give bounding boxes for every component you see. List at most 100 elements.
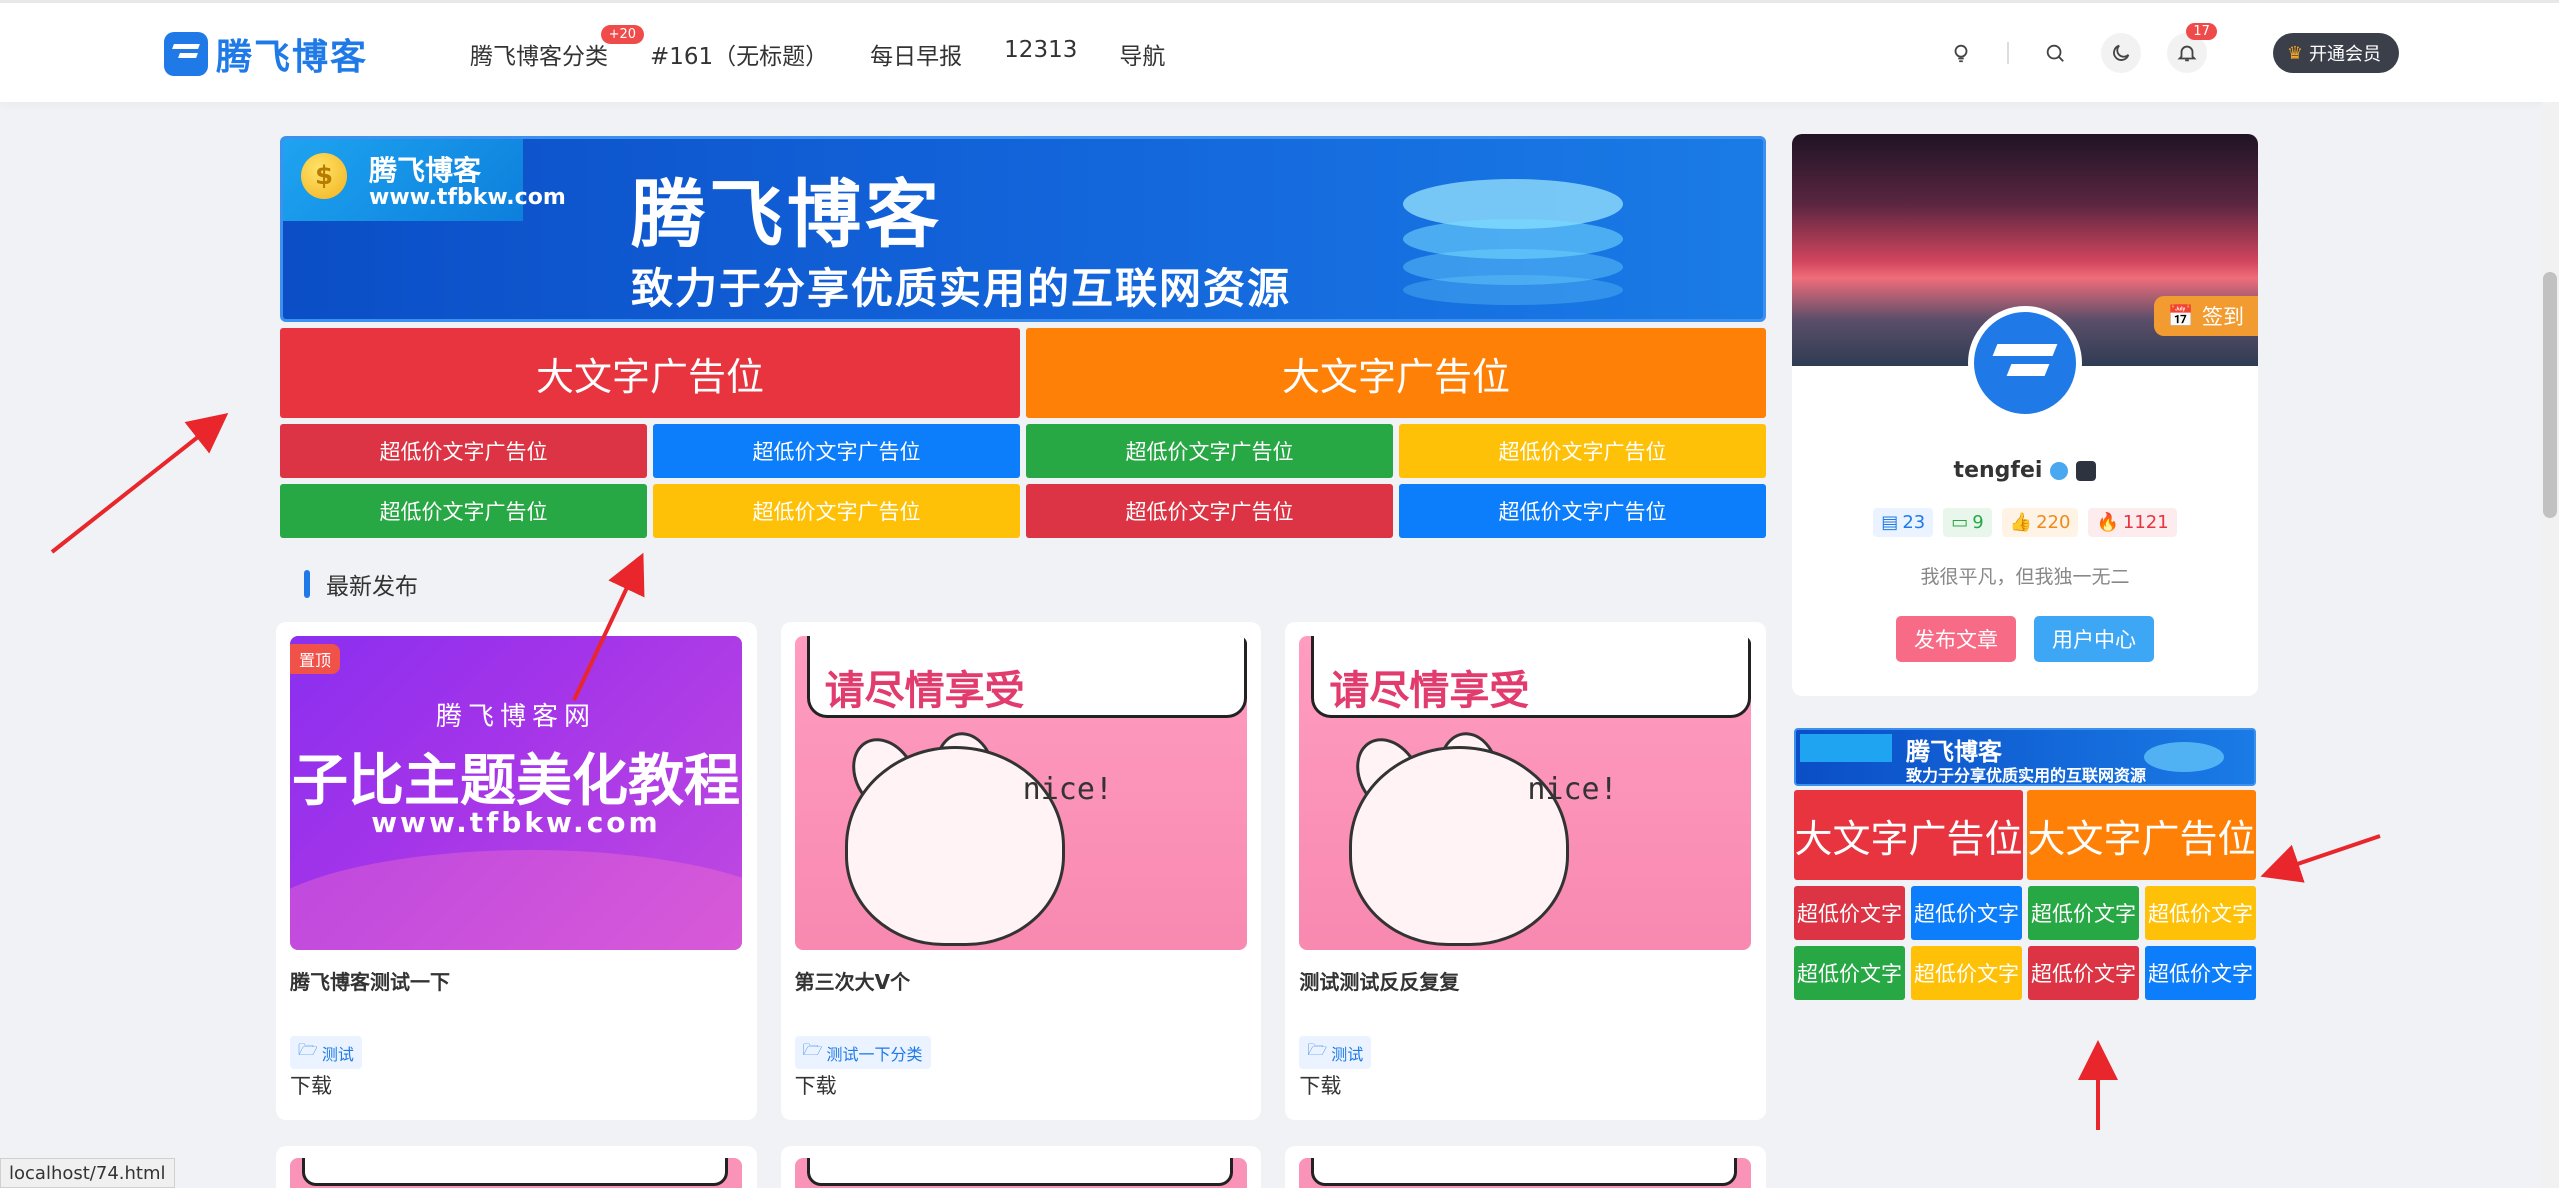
section-bar [304,570,310,598]
post-title[interactable]: 第三次大V个 [795,966,1248,995]
sidebar-banner-ad[interactable]: 腾飞博客 致力于分享优质实用的互联网资源 [1794,728,2256,786]
banner-brand: 腾飞博客 [369,154,482,187]
nice-text: nice! [1527,772,1618,807]
arrow-right-icon [2260,834,2381,883]
publish-post-button[interactable]: 发布文章 [1896,616,2016,662]
post-card[interactable] [780,1146,1262,1188]
small-text-ad[interactable]: 超低价文字广告位 [653,424,1020,478]
section-latest: 最新发布 [280,568,1766,600]
small-text-ad[interactable]: 超低价文字广告位 [280,424,647,478]
nav-item-untitled[interactable]: #161（无标题） [650,37,828,71]
post-card[interactable]: 腾飞博客网 子比主题美化教程 www.tfbkw.com 置顶 腾飞博客测试一下… [276,622,757,1120]
small-text-ad[interactable]: 超低价文字 [1794,946,1905,1000]
post-card[interactable] [1285,1146,1767,1188]
post-meta: 下载 [1299,1074,1342,1098]
post-title[interactable]: 测试测试反反复复 [1299,966,1752,995]
post-card[interactable]: 请尽情享受 nice! 测试测试反反复复 🗁 测试 下载 [1285,622,1767,1120]
profile-card: 📅 签到 tengfei ▤ 23 ▭ 9 👍 220 🔥 1121 我很平凡，… [1792,134,2258,696]
header-divider [2006,42,2009,64]
post-title[interactable]: 腾飞博客测试一下 [290,966,743,995]
small-text-ad[interactable]: 超低价文字 [2028,886,2139,940]
big-text-ad[interactable]: 大文字广告位 [2027,790,2256,880]
thumb-wave [290,850,742,950]
big-text-ad[interactable]: 大文字广告位 [1026,328,1766,418]
post-thumbnail[interactable]: 腾飞博客网 子比主题美化教程 www.tfbkw.com 置顶 [290,636,742,950]
thumb-line1: 腾飞博客网 [435,702,596,732]
post-category-label: 测试一下分类 [826,1044,923,1064]
sidebar-banner-subtitle: 致力于分享优质实用的互联网资源 [1906,766,2147,785]
status-bar: localhost/74.html [0,1158,175,1188]
nav-item-navigation[interactable]: 导航 [1119,37,1165,71]
header-actions: 17 ♛ 开通会员 [1941,23,2399,73]
stat-value: 23 [1902,512,1926,533]
small-text-ad[interactable]: 超低价文字广告位 [1399,424,1766,478]
bell-icon[interactable]: 17 [2166,23,2217,73]
nice-text: nice! [1022,772,1113,807]
post-category-tag[interactable]: 🗁 测试 [1299,1036,1372,1069]
nav-item-daily-news[interactable]: 每日早报 [870,37,962,71]
thumbs-up-icon: 👍 [2009,512,2033,533]
small-text-ad[interactable]: 超低价文字 [1911,946,2022,1000]
nav-item-categories[interactable]: 腾飞博客分类 +20 [470,25,644,71]
user-center-button[interactable]: 用户中心 [2034,616,2154,662]
scrollbar[interactable] [2541,102,2559,1188]
calendar-icon: 📅 [2167,303,2194,328]
post-card[interactable]: 请尽情享受 nice! 第三次大V个 🗁 测试一下分类 下载 [780,622,1262,1120]
nav-item-label: 腾飞博客分类 [470,44,608,70]
post-thumbnail[interactable]: 请尽情享受 nice! [1299,636,1752,950]
big-text-ad[interactable]: 大文字广告位 [280,328,1020,418]
username[interactable]: tengfei [1792,458,2258,483]
stat-views: 🔥 1121 [2088,508,2177,537]
avatar-logo-icon [1995,338,2055,388]
scrollbar-thumb[interactable] [2543,272,2557,518]
small-text-ad[interactable]: 超低价文字广告位 [1026,484,1393,538]
stat-likes: 👍 220 [2001,508,2079,537]
small-text-ad[interactable]: 超低价文字广告位 [653,484,1020,538]
post-thumbnail[interactable] [794,1158,1247,1188]
small-text-ads: 超低价文字广告位 超低价文字广告位 超低价文字广告位 超低价文字广告位 超低价文… [280,424,1766,538]
site-logo[interactable]: 腾飞博客 [164,30,368,78]
small-text-ad[interactable]: 超低价文字 [1911,886,2022,940]
vip-button[interactable]: ♛ 开通会员 [2272,33,2399,73]
small-text-ad[interactable]: 超低价文字 [2145,946,2256,1000]
post-thumbnail[interactable] [290,1158,742,1188]
banner-title: 腾飞博客 [631,172,943,258]
crown-icon: ♛ [2286,42,2303,64]
bubble-text: 请尽情享受 [824,668,1025,714]
nav-item-12313[interactable]: 12313 [1004,37,1077,71]
small-text-ad[interactable]: 超低价文字 [2145,886,2256,940]
moon-icon[interactable] [2100,33,2141,73]
notification-badge: 17 [2186,23,2217,40]
vip-button-label: 开通会员 [2309,44,2381,65]
small-text-ad[interactable]: 超低价文字 [2028,946,2139,1000]
folder-icon: 🗁 [802,1040,823,1059]
sidebar: 📅 签到 tengfei ▤ 23 ▭ 9 👍 220 🔥 1121 我很平凡，… [1792,134,2258,1000]
stat-value: 1121 [2122,512,2169,533]
pinned-badge: 置顶 [290,644,341,674]
banner-deco-icon [2144,742,2224,772]
lightbulb-icon[interactable] [1941,33,1981,73]
post-meta: 下载 [290,1074,332,1098]
post-cards: 腾飞博客网 子比主题美化教程 www.tfbkw.com 置顶 腾飞博客测试一下… [276,622,1767,1120]
post-thumbnail[interactable] [1299,1158,1752,1188]
thumb-line3: www.tfbkw.com [371,806,661,839]
post-category-label: 测试 [1331,1044,1364,1064]
small-text-ad[interactable]: 超低价文字广告位 [1399,484,1766,538]
bubble-text: 请尽情享受 [1329,668,1530,714]
post-thumbnail[interactable]: 请尽情享受 nice! [794,636,1247,950]
level-icon [2076,460,2097,481]
small-text-ad[interactable]: 超低价文字广告位 [1026,424,1393,478]
top-banner-ad[interactable]: $ 腾飞博客 www.tfbkw.com 腾飞博客 致力于分享优质实用的互联网资… [280,136,1766,322]
post-card[interactable] [276,1146,757,1188]
banner-corner [1800,734,1892,762]
post-category-tag[interactable]: 🗁 测试 [290,1036,362,1069]
search-icon[interactable] [2035,33,2075,73]
big-text-ad[interactable]: 大文字广告位 [1794,790,2023,880]
checkin-button[interactable]: 📅 签到 [2153,296,2258,336]
avatar[interactable] [1968,306,2082,420]
profile-motto: 我很平凡，但我独一无二 [1920,566,2130,588]
small-text-ad[interactable]: 超低价文字广告位 [280,484,647,538]
small-text-ad[interactable]: 超低价文字 [1794,886,1905,940]
post-category-tag[interactable]: 🗁 测试一下分类 [794,1036,931,1069]
sidebar-big-ads: 大文字广告位 大文字广告位 [1794,790,2258,880]
